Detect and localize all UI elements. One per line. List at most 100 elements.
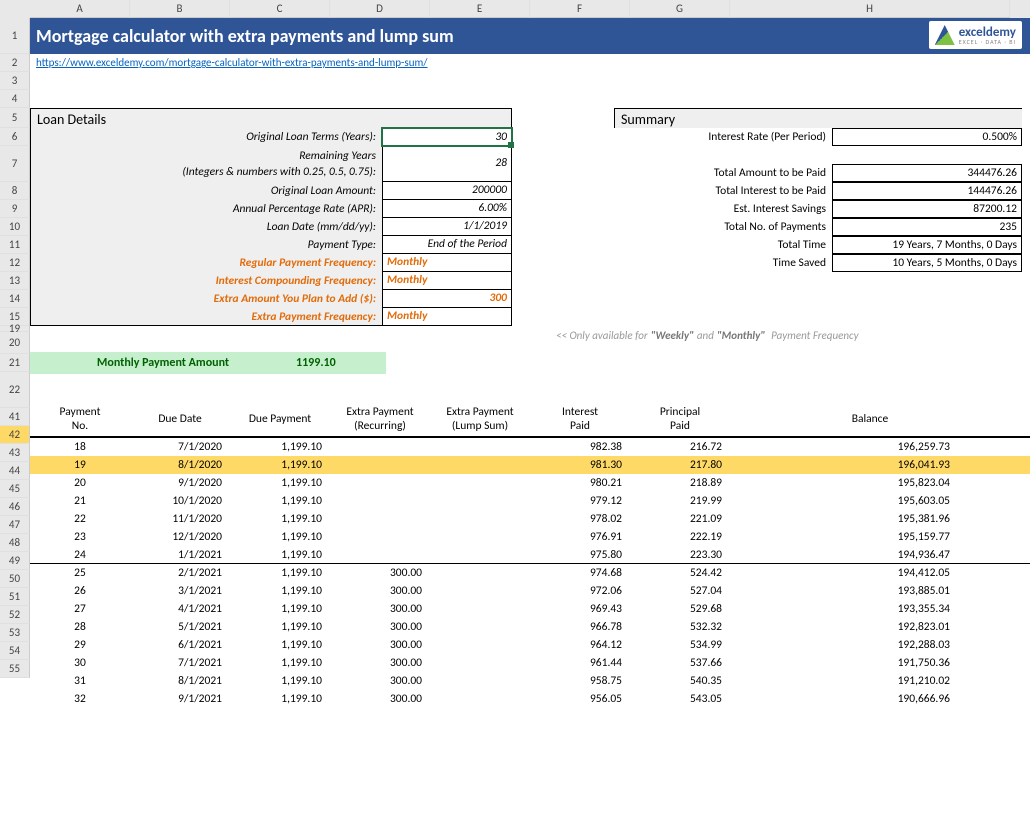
cell[interactable]: 195,603.05 — [730, 492, 1010, 510]
table-row[interactable]: 285/1/20211,199.10300.00966.78532.32192,… — [30, 618, 1030, 636]
cell[interactable] — [430, 474, 530, 492]
table-header-col-0[interactable]: Payment No. — [30, 402, 130, 436]
table-header-col-1[interactable]: Due Date — [130, 402, 230, 436]
table-row[interactable]: 252/1/20211,199.10300.00974.68524.42194,… — [30, 564, 1030, 582]
row-header-52[interactable]: 52 — [0, 606, 30, 624]
loan-value-6[interactable]: Monthly — [382, 254, 512, 272]
summary-value-5[interactable]: 235 — [832, 218, 1022, 236]
cell[interactable]: 1,199.10 — [230, 510, 330, 528]
cell[interactable]: 1,199.10 — [230, 546, 330, 563]
cell[interactable] — [430, 672, 530, 690]
row-header-42[interactable]: 42 — [0, 426, 30, 444]
table-row[interactable]: 187/1/20201,199.10982.38216.72196,259.73 — [30, 438, 1030, 456]
cell[interactable]: 190,666.96 — [730, 690, 1010, 708]
cell[interactable]: 196,041.93 — [730, 456, 1010, 474]
row-header-6[interactable]: 6 — [0, 128, 30, 146]
row-header-51[interactable]: 51 — [0, 588, 30, 606]
cell[interactable] — [430, 546, 530, 563]
cell[interactable]: 1,199.10 — [230, 582, 330, 600]
cell[interactable]: 1,199.10 — [230, 636, 330, 654]
loan-value-1[interactable]: 28 — [382, 146, 512, 182]
cell[interactable]: 193,885.01 — [730, 582, 1010, 600]
cell[interactable] — [330, 492, 430, 510]
cell[interactable]: 1,199.10 — [230, 690, 330, 708]
row-header-4[interactable]: 4 — [0, 90, 30, 108]
table-row[interactable]: 296/1/20211,199.10300.00964.12534.99192,… — [30, 636, 1030, 654]
cell[interactable]: 191,210.02 — [730, 672, 1010, 690]
row-header-50[interactable]: 50 — [0, 570, 30, 588]
cell[interactable]: 19 — [30, 456, 130, 474]
row-header-20[interactable]: 20 — [0, 332, 30, 354]
cell[interactable]: 1,199.10 — [230, 564, 330, 582]
cell[interactable]: 8/1/2021 — [130, 672, 230, 690]
row-header-14[interactable]: 14 — [0, 290, 30, 308]
source-link[interactable]: https://www.exceldemy.com/mortgage-calcu… — [36, 56, 428, 69]
table-header-col-7[interactable]: Balance — [730, 402, 1010, 436]
table-header-col-4[interactable]: Extra Payment (Lump Sum) — [430, 402, 530, 436]
row-header-44[interactable]: 44 — [0, 462, 30, 480]
row-header-8[interactable]: 8 — [0, 182, 30, 200]
loan-value-2[interactable]: 200000 — [382, 182, 512, 200]
column-header-c[interactable]: C — [230, 0, 330, 18]
table-header-col-2[interactable]: Due Payment — [230, 402, 330, 436]
cell[interactable]: 219.99 — [630, 492, 730, 510]
cell[interactable]: 218.89 — [630, 474, 730, 492]
summary-value-0[interactable]: 0.500% — [832, 128, 1022, 146]
row-header-47[interactable]: 47 — [0, 516, 30, 534]
cell[interactable] — [430, 690, 530, 708]
row-header-48[interactable]: 48 — [0, 534, 30, 552]
cell[interactable]: 543.05 — [630, 690, 730, 708]
loan-value-8[interactable]: 300 — [382, 290, 512, 308]
cell[interactable]: 300.00 — [330, 654, 430, 672]
loan-value-5[interactable]: End of the Period — [382, 236, 512, 254]
row-header-45[interactable]: 45 — [0, 480, 30, 498]
loan-value-4[interactable]: 1/1/2019 — [382, 218, 512, 236]
cell[interactable]: 7/1/2020 — [130, 438, 230, 456]
row-header-13[interactable]: 13 — [0, 272, 30, 290]
cell[interactable]: 21 — [30, 492, 130, 510]
cell[interactable]: 194,412.05 — [730, 564, 1010, 582]
cell[interactable] — [430, 456, 530, 474]
cell[interactable]: 980.21 — [530, 474, 630, 492]
cell[interactable]: 24 — [30, 546, 130, 563]
summary-value-4[interactable]: 87200.12 — [832, 200, 1022, 218]
cell[interactable]: 29 — [30, 636, 130, 654]
cell[interactable]: 195,159.77 — [730, 528, 1010, 546]
summary-value-2[interactable]: 344476.26 — [832, 164, 1022, 182]
cell[interactable]: 300.00 — [330, 636, 430, 654]
table-row[interactable]: 209/1/20201,199.10980.21218.89195,823.04 — [30, 474, 1030, 492]
loan-value-3[interactable]: 6.00% — [382, 200, 512, 218]
loan-value-9[interactable]: Monthly — [382, 308, 512, 326]
row-header-53[interactable]: 53 — [0, 624, 30, 642]
cell[interactable] — [430, 528, 530, 546]
cell[interactable]: 222.19 — [630, 528, 730, 546]
cell[interactable]: 1,199.10 — [230, 474, 330, 492]
cell[interactable]: 976.91 — [530, 528, 630, 546]
cell[interactable]: 981.30 — [530, 456, 630, 474]
cell[interactable]: 194,936.47 — [730, 546, 1010, 563]
cell[interactable]: 1,199.10 — [230, 672, 330, 690]
table-row[interactable]: 2312/1/20201,199.10976.91222.19195,159.7… — [30, 528, 1030, 546]
cell[interactable] — [330, 474, 430, 492]
cell[interactable]: 191,750.36 — [730, 654, 1010, 672]
row-header-43[interactable]: 43 — [0, 444, 30, 462]
row-header-21[interactable]: 21 — [0, 354, 30, 372]
cell[interactable]: 195,381.96 — [730, 510, 1010, 528]
cell[interactable]: 961.44 — [530, 654, 630, 672]
cell[interactable]: 1,199.10 — [230, 456, 330, 474]
cell[interactable]: 7/1/2021 — [130, 654, 230, 672]
cell[interactable]: 982.38 — [530, 438, 630, 456]
cell[interactable] — [430, 600, 530, 618]
cell[interactable] — [430, 492, 530, 510]
column-header-d[interactable]: D — [330, 0, 430, 18]
cell[interactable]: 978.02 — [530, 510, 630, 528]
column-header-e[interactable]: E — [430, 0, 530, 18]
cell[interactable]: 1,199.10 — [230, 438, 330, 456]
table-header-col-3[interactable]: Extra Payment (Recurring) — [330, 402, 430, 436]
cell[interactable] — [430, 582, 530, 600]
table-row[interactable]: 307/1/20211,199.10300.00961.44537.66191,… — [30, 654, 1030, 672]
cell[interactable]: 540.35 — [630, 672, 730, 690]
cell[interactable]: 28 — [30, 618, 130, 636]
cell[interactable] — [330, 528, 430, 546]
summary-value-3[interactable]: 144476.26 — [832, 182, 1022, 200]
